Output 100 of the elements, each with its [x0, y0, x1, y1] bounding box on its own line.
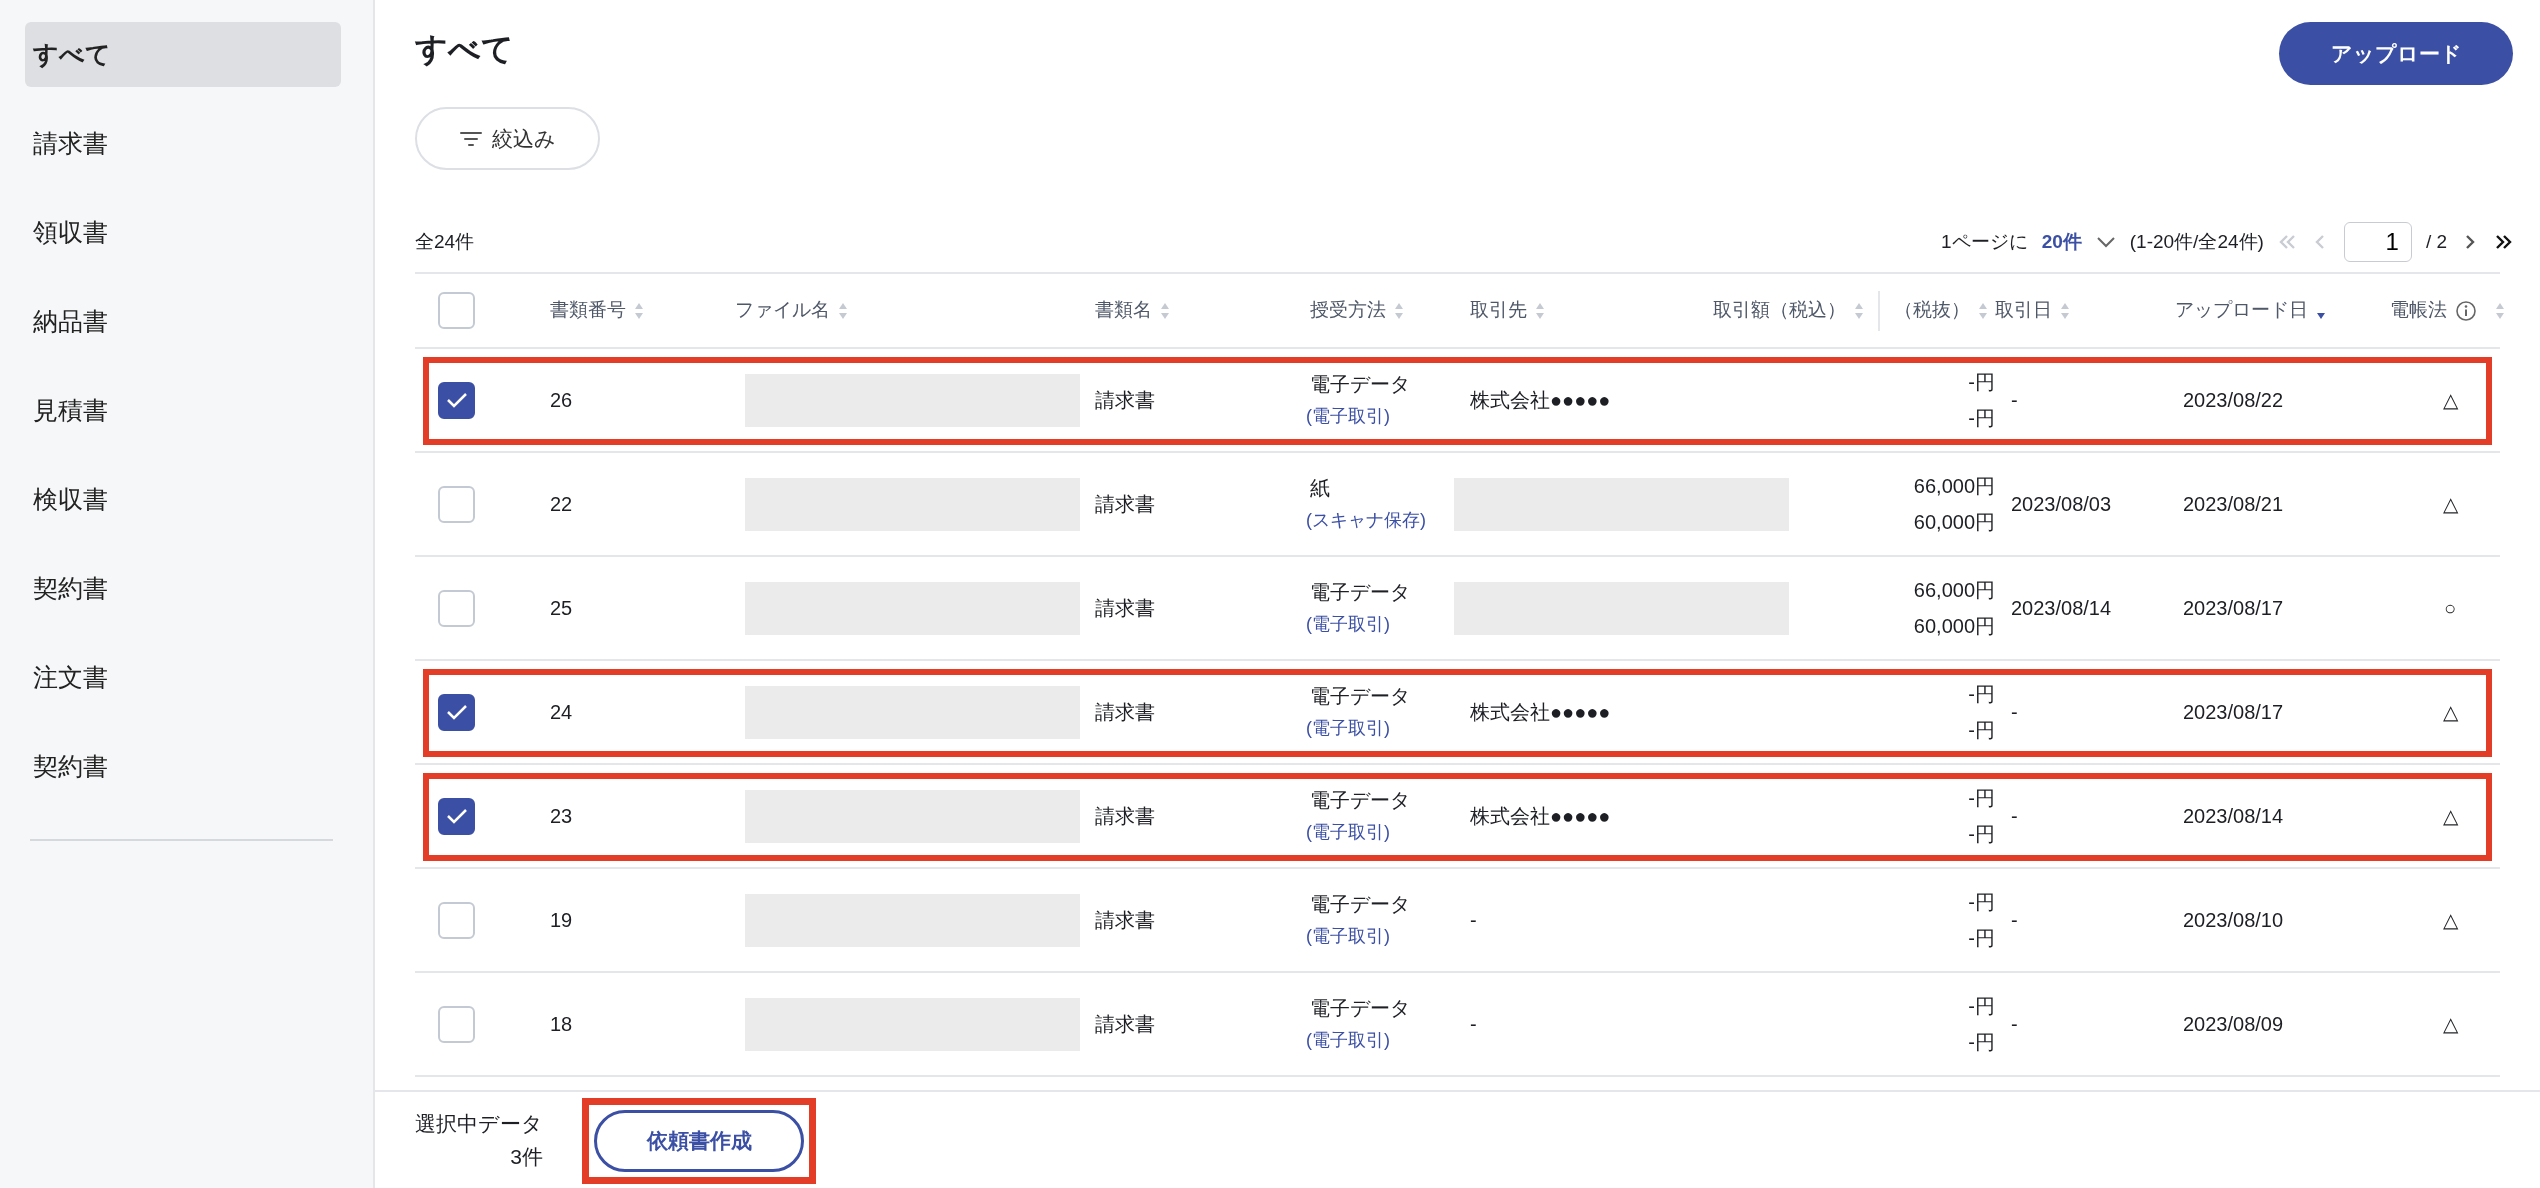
column-header[interactable]: 書類番号 [550, 296, 626, 325]
upload-date: 2023/08/10 [2183, 909, 2284, 931]
transfer-method-detail: (電子取引) [1306, 405, 1391, 428]
per-page-label: 1ページに [1941, 229, 2028, 254]
transaction-date: - [2011, 701, 2018, 723]
upload-date: 2023/08/17 [2183, 701, 2284, 723]
transfer-method-detail: (電子取引) [1306, 717, 1391, 740]
document-type: 請求書 [1095, 805, 1155, 827]
sidebar-item[interactable]: すべて [25, 22, 341, 87]
total-count: 全24件 [415, 229, 475, 254]
business-partner: - [1470, 1013, 1477, 1035]
document-number: 18 [550, 1013, 573, 1035]
upload-date: 2023/08/09 [2183, 1013, 2284, 1035]
business-partner: 株式会社●●●●● [1470, 701, 1611, 723]
column-header[interactable]: アップロード日 [2175, 296, 2308, 325]
business-partner: 株式会社●●●●● [1470, 389, 1611, 411]
column-header[interactable]: （税抜） [1894, 296, 1970, 325]
amount-incl-tax: -円 [1967, 890, 1995, 915]
amount-incl-tax: -円 [1967, 786, 1995, 811]
sidebar-item[interactable]: 請求書 [25, 111, 341, 176]
transfer-method-detail: (電子取引) [1306, 821, 1391, 844]
row-checkbox[interactable] [438, 693, 475, 731]
amount-excl-tax: 60,000円 [1912, 614, 1995, 639]
transfer-method-detail: (電子取引) [1306, 925, 1391, 948]
column-header[interactable]: 電帳法 [2390, 296, 2447, 325]
sidebar-item[interactable]: 注文書 [25, 645, 341, 710]
info-icon[interactable] [2455, 299, 2477, 322]
amount-incl-tax: -円 [1967, 682, 1995, 707]
compliance-mark: △ [2442, 389, 2458, 411]
transaction-date: - [2011, 805, 2018, 827]
total-pages: / 2 [2425, 229, 2447, 254]
transfer-method: 紙 [1310, 476, 1331, 502]
upload-button[interactable]: アップロード [2279, 22, 2513, 85]
compliance-mark: △ [2442, 909, 2458, 931]
amount-excl-tax: -円 [1967, 822, 1995, 847]
page-title: すべて [415, 30, 514, 69]
sidebar-item[interactable]: 検収書 [25, 467, 341, 532]
page-number-field[interactable]: 1 [2343, 222, 2412, 262]
selected-count: 3件 [509, 1144, 543, 1170]
column-header[interactable]: 書類名 [1095, 296, 1152, 325]
compliance-mark: △ [2442, 493, 2458, 515]
amount-incl-tax: 66,000円 [1912, 474, 1995, 499]
amount-incl-tax: 66,000円 [1912, 578, 1995, 603]
amount-excl-tax: -円 [1967, 1030, 1995, 1055]
transfer-method: 電子データ [1310, 580, 1411, 606]
chevron-down-icon[interactable] [2095, 236, 2116, 248]
row-checkbox[interactable] [438, 797, 475, 835]
upload-date: 2023/08/21 [2183, 493, 2284, 515]
compliance-mark: △ [2442, 701, 2458, 723]
sidebar-item[interactable]: 契約書 [25, 556, 341, 621]
compliance-mark: △ [2442, 805, 2458, 827]
transfer-method: 電子データ [1310, 996, 1411, 1022]
select-all-checkbox[interactable] [438, 292, 475, 329]
transfer-method: 電子データ [1310, 372, 1411, 398]
create-request-button[interactable]: 依頼書作成 [594, 1110, 804, 1172]
amount-excl-tax: -円 [1967, 926, 1995, 951]
amount-incl-tax: -円 [1967, 994, 1995, 1019]
row-checkbox[interactable] [438, 381, 475, 419]
document-type: 請求書 [1095, 493, 1155, 515]
column-header[interactable]: 取引日 [1995, 296, 2052, 325]
document-number: 23 [550, 805, 573, 827]
transfer-method-detail: (スキャナ保存) [1306, 509, 1427, 532]
transfer-method-detail: (電子取引) [1306, 1029, 1391, 1052]
upload-date: 2023/08/17 [2183, 597, 2284, 619]
upload-date: 2023/08/22 [2183, 389, 2284, 411]
transfer-method: 電子データ [1310, 892, 1411, 918]
business-partner: 株式会社●●●●● [1470, 805, 1611, 827]
column-header[interactable]: ファイル名 [735, 296, 830, 325]
selected-data-label: 選択中データ [415, 1111, 543, 1138]
column-header[interactable]: 取引額（税込） [1713, 296, 1846, 325]
sidebar-item[interactable]: 契約書 [25, 734, 341, 799]
column-header[interactable]: 授受方法 [1310, 296, 1386, 325]
document-type: 請求書 [1095, 597, 1155, 619]
checkmark-icon [445, 808, 468, 824]
checkmark-icon [445, 392, 468, 408]
document-number: 25 [550, 597, 573, 619]
sidebar-item[interactable]: 納品書 [25, 289, 341, 354]
transaction-date: 2023/08/14 [2011, 597, 2112, 619]
sidebar-item[interactable]: 領収書 [25, 200, 341, 265]
checkmark-icon [445, 704, 468, 720]
transaction-date: 2023/08/03 [2011, 493, 2112, 515]
column-header[interactable]: 取引先 [1470, 296, 1527, 325]
sidebar-item[interactable]: 見積書 [25, 378, 341, 443]
document-number: 24 [550, 701, 573, 723]
transaction-date: - [2011, 909, 2018, 931]
transaction-date: - [2011, 1013, 2018, 1035]
document-number: 19 [550, 909, 573, 931]
business-partner: - [1470, 909, 1477, 931]
document-number: 26 [550, 389, 573, 411]
transfer-method-detail: (電子取引) [1306, 613, 1391, 636]
double-chevron-right-icon[interactable] [2494, 233, 2513, 251]
amount-excl-tax: -円 [1967, 406, 1995, 431]
compliance-mark: △ [2442, 1013, 2458, 1035]
amount-excl-tax: 60,000円 [1912, 510, 1995, 535]
per-page-value[interactable]: 20件 [2041, 227, 2082, 257]
filter-icon [459, 130, 482, 147]
filter-button[interactable]: 絞込み [415, 107, 600, 170]
transfer-method: 電子データ [1310, 788, 1411, 814]
amount-excl-tax: -円 [1967, 718, 1995, 743]
document-number: 22 [550, 493, 573, 515]
